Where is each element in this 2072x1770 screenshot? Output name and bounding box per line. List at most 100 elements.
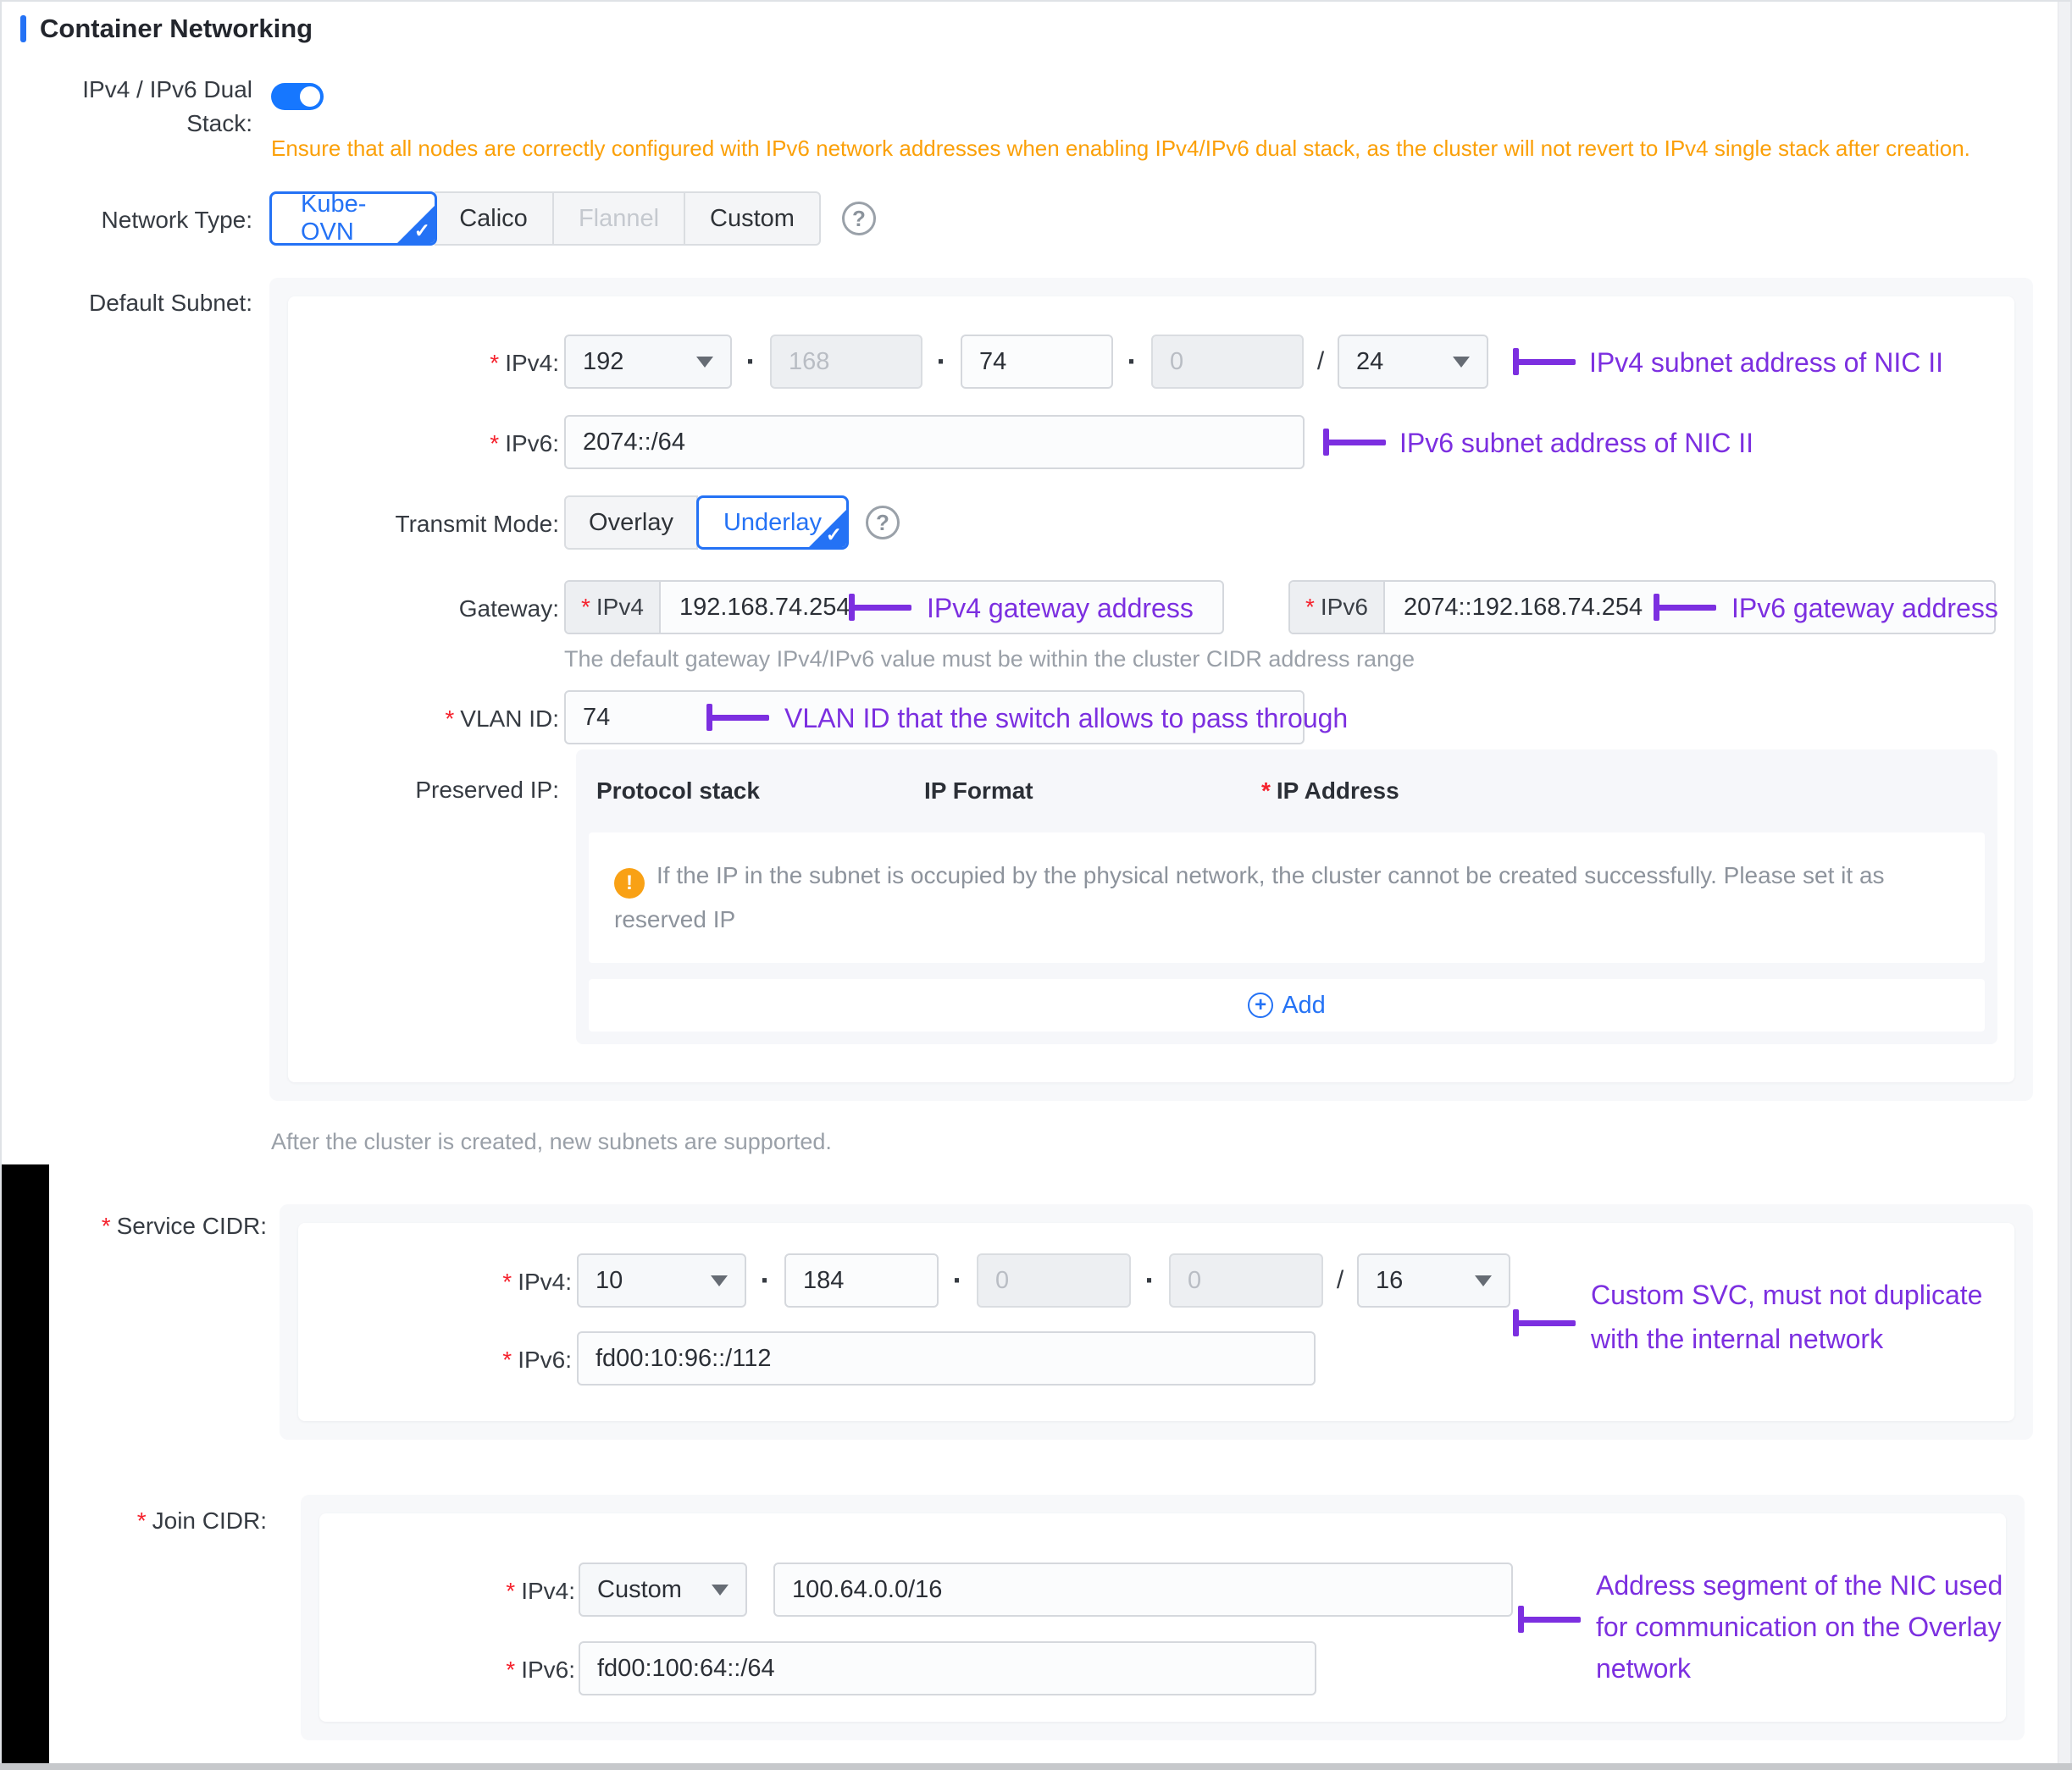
gateway-ipv4-input[interactable]: 192.168.74.254 — [661, 582, 869, 633]
cidr-slash — [1304, 347, 1338, 376]
col-ip-format: IP Format — [924, 777, 1261, 805]
subnet-ipv4-octet2-input: 168 — [770, 335, 922, 389]
join-ipv6-value: fd00:100:64::/64 — [597, 1655, 775, 1683]
subnet-ipv4-annotation: IPv4 subnet address of NIC II — [1589, 342, 1943, 383]
join-ipv4-row: Custom 100.64.0.0/16 — [579, 1563, 1513, 1617]
annotation-marker — [1654, 594, 1716, 621]
preserved-ip-header: Protocol stack IP Format IP Address — [576, 749, 1997, 832]
service-ipv4-octets: 10 184 0 0 16 — [577, 1253, 1510, 1308]
tab-flannel: Flannel — [554, 191, 685, 246]
col-protocol-stack: Protocol stack — [596, 777, 924, 805]
tab-kube-ovn-label: Kube-OVN — [301, 191, 406, 246]
page-title: Container Networking — [40, 14, 313, 44]
preserved-ip-table: Protocol stack IP Format IP Address If t… — [576, 749, 1997, 1044]
dual-stack-warning: Ensure that all nodes are correctly conf… — [271, 136, 1970, 162]
octet3-value: 74 — [979, 348, 1006, 376]
octet-dot — [732, 344, 770, 379]
col-ip-address: IP Address — [1261, 777, 1399, 805]
cidr-slash — [1323, 1266, 1357, 1295]
tab-overlay[interactable]: Overlay — [564, 495, 698, 550]
preserved-ip-label: Preserved IP: — [288, 773, 559, 807]
annotation-marker — [1513, 348, 1576, 375]
section-header: Container Networking — [20, 14, 313, 44]
gateway-ipv6-input[interactable]: 2074::192.168.74.254 — [1385, 582, 1661, 633]
tab-custom[interactable]: Custom — [685, 191, 821, 246]
octet1-value: 192 — [583, 348, 623, 376]
plus-circle-icon — [1248, 993, 1273, 1018]
octet-dot — [939, 1263, 977, 1298]
octet3-value: 0 — [995, 1267, 1009, 1295]
dual-stack-label: IPv4 / IPv6 Dual Stack: — [32, 73, 252, 141]
octet-dot — [1131, 1263, 1169, 1298]
section-accent-bar — [20, 15, 26, 42]
service-ipv4-octet2-input[interactable]: 184 — [784, 1253, 939, 1308]
tab-kube-ovn[interactable]: Kube-OVN — [269, 191, 437, 246]
subnet-ipv4-prefix-select[interactable]: 24 — [1338, 335, 1488, 389]
join-cidr-label: Join CIDR: — [47, 1504, 267, 1538]
horizontal-scrollbar[interactable] — [0, 1763, 2072, 1770]
service-ipv4-octet3-input: 0 — [977, 1253, 1131, 1308]
gateway-label: Gateway: — [288, 592, 559, 626]
service-ipv6-row: fd00:10:96::/112 — [577, 1331, 1316, 1386]
service-ipv6-value: fd00:10:96::/112 — [596, 1345, 771, 1373]
gateway-ipv4-annotation: IPv4 gateway address — [927, 588, 1194, 628]
service-ipv6-input[interactable]: fd00:10:96::/112 — [577, 1331, 1316, 1386]
subnet-ipv4-octet1-select[interactable]: 192 — [564, 335, 732, 389]
warning-icon — [614, 868, 645, 899]
join-cidr-annotation-line2: for communication on the Overlay — [1596, 1607, 2003, 1648]
service-ipv4-label: IPv4: — [368, 1265, 572, 1299]
preserved-ip-empty-state: If the IP in the subnet is occupied by t… — [589, 832, 1985, 963]
tab-calico[interactable]: Calico — [435, 191, 554, 246]
tab-flannel-label: Flannel — [579, 205, 659, 233]
subnet-ipv4-octets: 192 168 74 0 24 — [564, 335, 1488, 389]
subnet-ipv4-label: IPv4: — [356, 346, 559, 380]
subnet-ipv6-input[interactable]: 2074::/64 — [564, 415, 1305, 469]
add-button-label: Add — [1282, 992, 1326, 1020]
octet4-value: 0 — [1188, 1267, 1201, 1295]
gateway-ipv6-addon: IPv6 — [1290, 582, 1385, 633]
subnet-ipv6-row: 2074::/64 — [564, 415, 1305, 469]
service-ipv4-octet4-input: 0 — [1169, 1253, 1323, 1308]
octet1-value: 10 — [596, 1267, 623, 1295]
tab-underlay[interactable]: Underlay — [696, 495, 849, 550]
annotation-marker — [1323, 429, 1386, 456]
join-ipv4-value: 100.64.0.0/16 — [792, 1576, 942, 1604]
subnet-ipv4-octet3-input[interactable]: 74 — [961, 335, 1113, 389]
join-ipv4-mode-value: Custom — [597, 1576, 682, 1604]
prefix-value: 24 — [1356, 348, 1383, 376]
gateway-ipv6-annotation: IPv6 gateway address — [1731, 588, 1998, 628]
network-type-help-icon[interactable] — [842, 202, 876, 235]
add-preserved-ip-button[interactable]: Add — [589, 979, 1985, 1032]
octet-dot — [922, 344, 961, 379]
dual-stack-toggle[interactable] — [271, 83, 324, 110]
tab-calico-label: Calico — [459, 205, 528, 233]
service-cidr-annotation-line2: with the internal network — [1591, 1317, 1982, 1361]
join-ipv6-row: fd00:100:64::/64 — [579, 1641, 1316, 1695]
octet2-value: 168 — [789, 348, 829, 376]
join-ipv6-label: IPv6: — [372, 1653, 575, 1687]
default-subnet-footnote: After the cluster is created, new subnet… — [271, 1129, 832, 1155]
subnet-ipv6-annotation: IPv6 subnet address of NIC II — [1399, 423, 1753, 463]
tab-overlay-label: Overlay — [589, 509, 673, 537]
octet2-value: 184 — [803, 1267, 844, 1295]
network-type-label: Network Type: — [32, 203, 252, 237]
join-cidr-annotation-line1: Address segment of the NIC used — [1596, 1565, 2003, 1607]
vlan-label: VLAN ID: — [288, 702, 559, 736]
service-ipv6-label: IPv6: — [368, 1343, 572, 1377]
join-ipv4-input[interactable]: 100.64.0.0/16 — [773, 1563, 1513, 1617]
annotation-marker — [849, 594, 911, 621]
vlan-annotation: VLAN ID that the switch allows to pass t… — [784, 698, 1348, 738]
scrollbar-track[interactable] — [2058, 2, 2070, 1763]
transmit-mode-help-icon[interactable] — [866, 506, 900, 539]
service-cidr-annotation: Custom SVC, must not duplicate with the … — [1591, 1273, 1982, 1361]
transmit-mode-tabs: Overlay Underlay — [564, 495, 846, 550]
octet4-value: 0 — [1170, 348, 1183, 376]
service-ipv4-octet1-select[interactable]: 10 — [577, 1253, 746, 1308]
prefix-value: 16 — [1376, 1267, 1403, 1295]
join-ipv6-input[interactable]: fd00:100:64::/64 — [579, 1641, 1316, 1695]
annotation-marker — [706, 704, 769, 731]
service-ipv4-prefix-select[interactable]: 16 — [1357, 1253, 1510, 1308]
join-ipv4-mode-select[interactable]: Custom — [579, 1563, 747, 1617]
join-cidr-annotation: Address segment of the NIC used for comm… — [1596, 1565, 2003, 1690]
annotation-marker — [1518, 1606, 1581, 1633]
